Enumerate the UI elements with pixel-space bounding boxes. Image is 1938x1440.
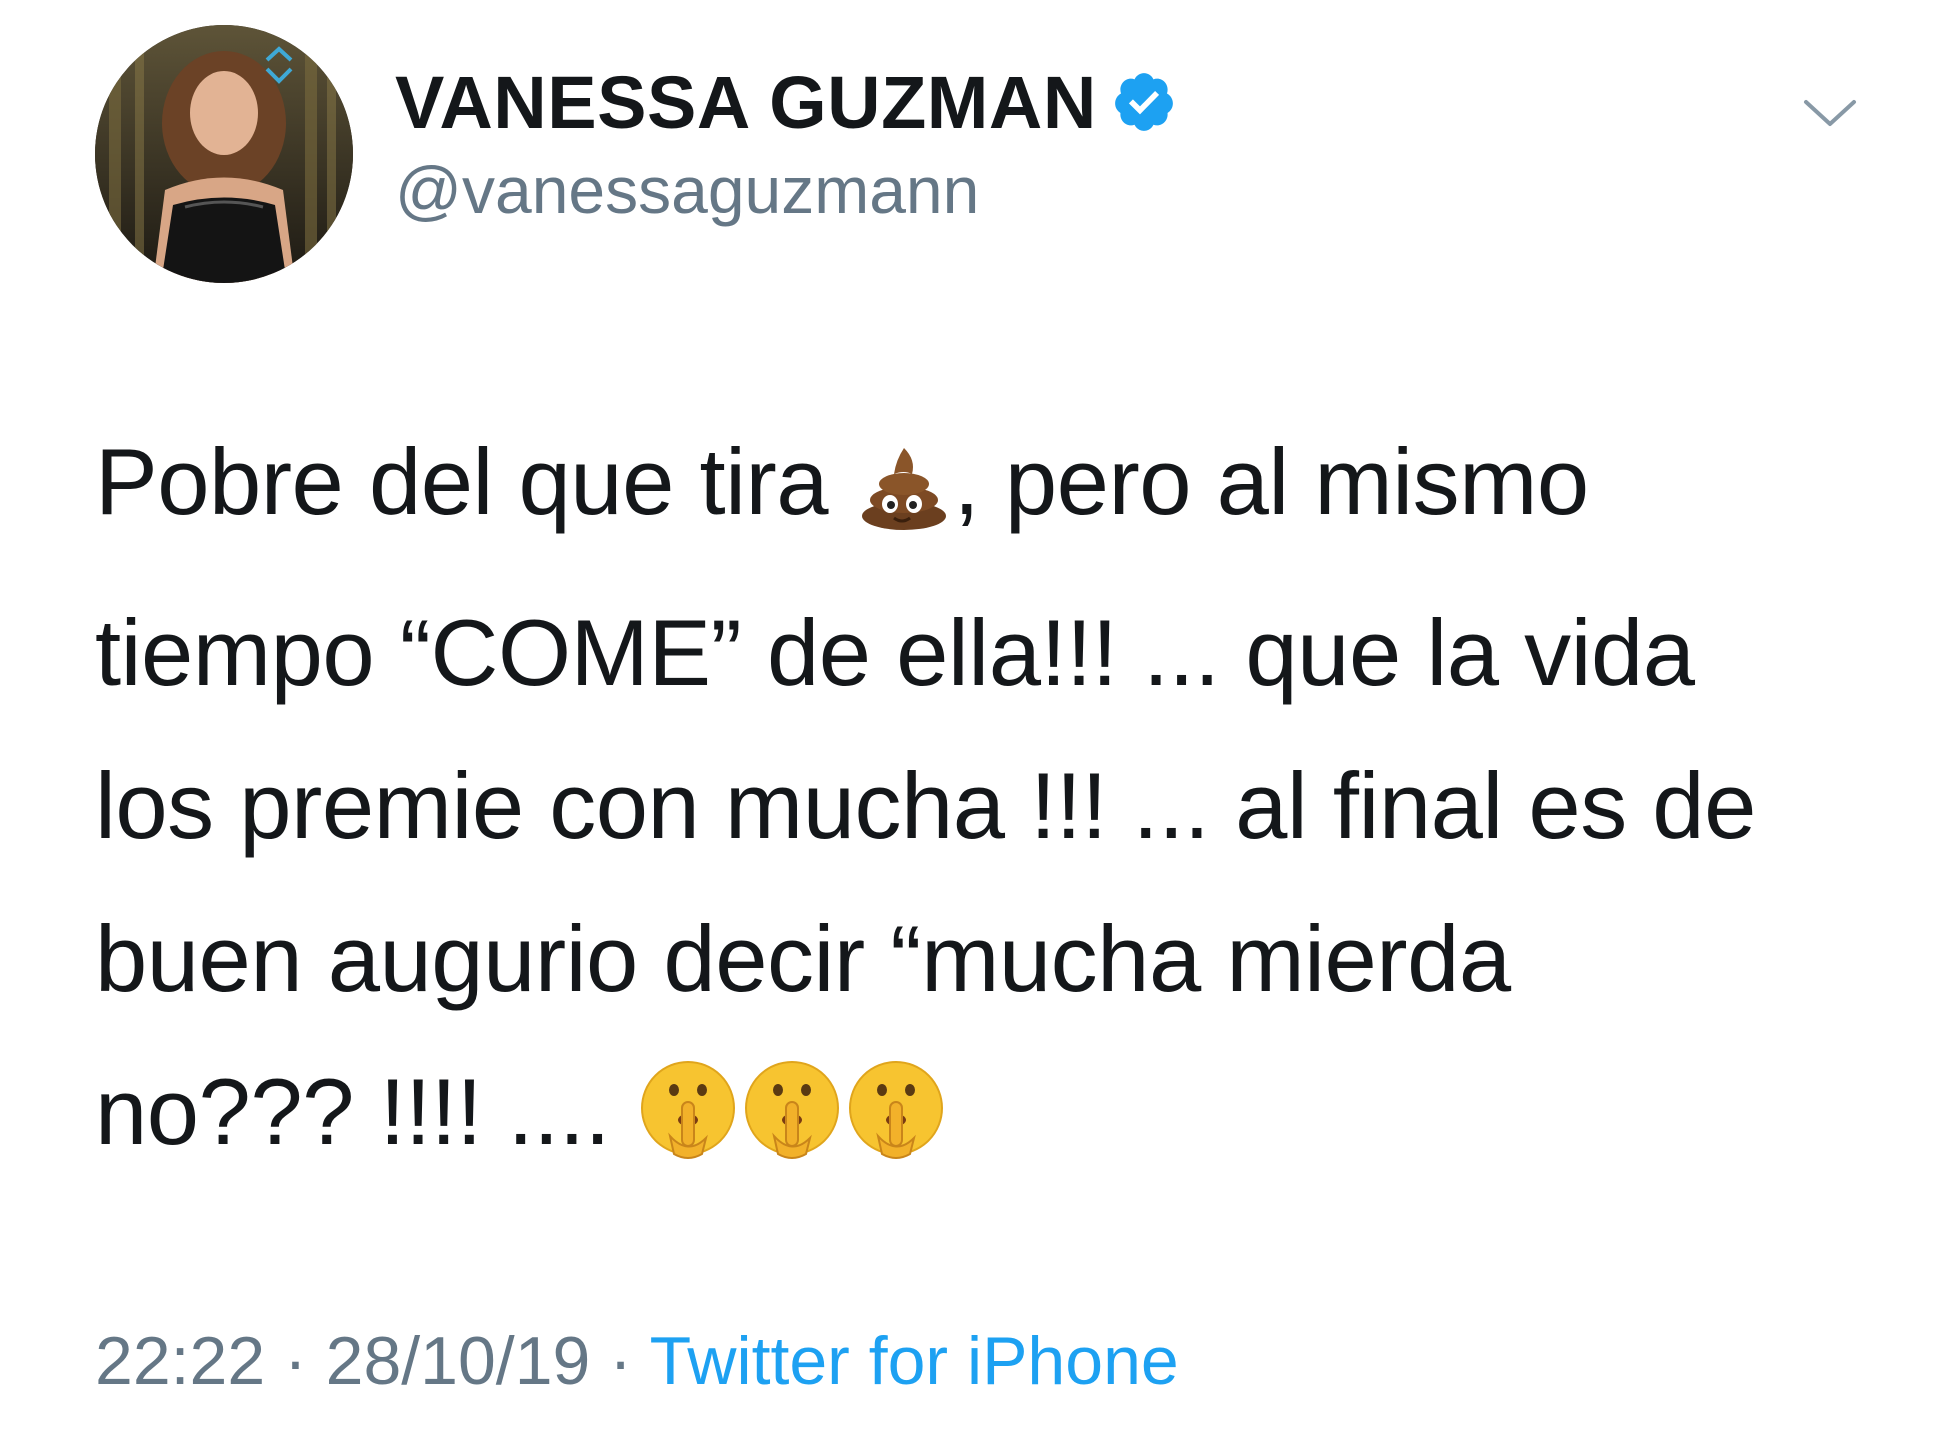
- verified-badge-icon: [1111, 69, 1177, 135]
- shushing-face-emoji: [740, 1053, 844, 1206]
- name-row: VANESSA GUZMAN: [395, 60, 1177, 145]
- tweet-card: VANESSA GUZMAN @vanessaguzmann Pobre del…: [0, 0, 1938, 1440]
- user-handle[interactable]: @vanessaguzmann: [395, 152, 979, 228]
- tweet-line-1: Pobre del que tira , pero al mismo: [95, 405, 1885, 576]
- shushing-face-emoji: [636, 1053, 740, 1206]
- tweet-source-link[interactable]: Twitter for iPhone: [650, 1323, 1179, 1399]
- shushing-face-emoji: [844, 1053, 948, 1206]
- tweet-text: Pobre del que tira , pero al mismo tiemp…: [95, 405, 1885, 1206]
- tweet-line-2: tiempo “COME” de ella!!! ... que la vida: [95, 600, 1695, 705]
- tweet-line-3: los premie con mucha !!! ... al final es…: [95, 753, 1756, 858]
- poop-emoji: [854, 423, 954, 576]
- display-name[interactable]: VANESSA GUZMAN: [395, 60, 1097, 145]
- tweet-line-5: no??? !!!! ....: [95, 1035, 1885, 1206]
- tweet-line-4: buen augurio decir “mucha mierda: [95, 906, 1511, 1011]
- tweet-date[interactable]: 28/10/19: [326, 1323, 591, 1399]
- meta-separator: ·: [284, 1323, 307, 1399]
- tweet-meta: 22:22 · 28/10/19 · Twitter for iPhone: [95, 1322, 1179, 1400]
- meta-separator: ·: [609, 1323, 632, 1399]
- chevron-down-icon[interactable]: [1800, 88, 1860, 138]
- avatar[interactable]: [95, 25, 353, 283]
- tweet-time[interactable]: 22:22: [95, 1323, 265, 1399]
- profile-photo: [95, 25, 353, 283]
